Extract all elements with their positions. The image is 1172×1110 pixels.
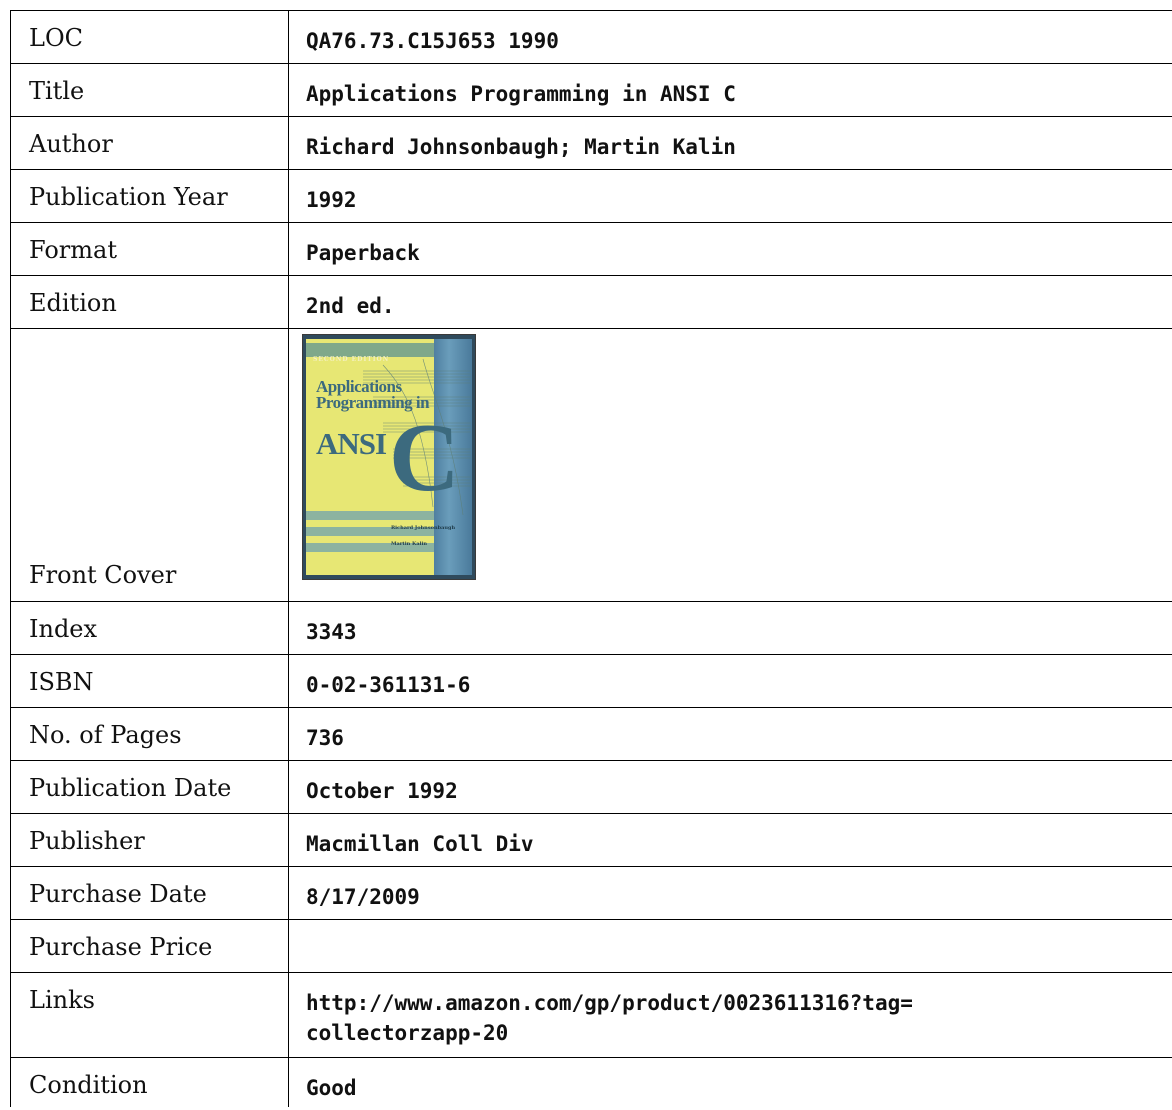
field-label: Links <box>10 972 289 1058</box>
field-value: QA76.73.C15J653 1990 <box>288 10 1172 64</box>
field-value: Good <box>288 1057 1172 1107</box>
field-value <box>288 919 1172 973</box>
row-loc: LOC QA76.73.C15J653 1990 <box>10 10 1172 64</box>
field-label: ISBN <box>10 654 289 708</box>
row-pages: No. of Pages 736 <box>10 707 1172 761</box>
row-edition: Edition 2nd ed. <box>10 275 1172 329</box>
field-label: Format <box>10 222 289 276</box>
front-cover-image: SECOND EDITION Applications Programming … <box>303 335 475 579</box>
field-value: Applications Programming in ANSI C <box>288 63 1172 117</box>
field-label: Purchase Price <box>10 919 289 973</box>
book-details-table: LOC QA76.73.C15J653 1990 Title Applicati… <box>10 10 1172 1107</box>
row-title: Title Applications Programming in ANSI C <box>10 63 1172 117</box>
field-value: 2nd ed. <box>288 275 1172 329</box>
field-label: Publication Year <box>10 169 289 223</box>
field-label: No. of Pages <box>10 707 289 761</box>
row-publication-year: Publication Year 1992 <box>10 169 1172 223</box>
link-line: collectorzapp-20 <box>306 1021 509 1045</box>
field-label: Publisher <box>10 813 289 867</box>
field-label: Front Cover <box>10 328 289 602</box>
row-publisher: Publisher Macmillan Coll Div <box>10 813 1172 867</box>
row-front-cover: Front Cover SECOND EDITION Applications … <box>10 328 1172 602</box>
field-value: October 1992 <box>288 760 1172 814</box>
cover-title-c: C <box>389 404 460 512</box>
field-value: 0-02-361131-6 <box>288 654 1172 708</box>
field-value: 736 <box>288 707 1172 761</box>
field-label: Purchase Date <box>10 866 289 920</box>
cover-title-ansi: ANSI <box>316 426 387 461</box>
field-value: 3343 <box>288 601 1172 655</box>
cover-edition-text: SECOND EDITION <box>313 356 390 363</box>
field-value: 8/17/2009 <box>288 866 1172 920</box>
row-format: Format Paperback <box>10 222 1172 276</box>
cover-author: Martin Kalin <box>391 541 428 547</box>
field-value: 1992 <box>288 169 1172 223</box>
row-publication-date: Publication Date October 1992 <box>10 760 1172 814</box>
field-value: Macmillan Coll Div <box>288 813 1172 867</box>
row-purchase-date: Purchase Date 8/17/2009 <box>10 866 1172 920</box>
field-value: Paperback <box>288 222 1172 276</box>
row-isbn: ISBN 0-02-361131-6 <box>10 654 1172 708</box>
row-index: Index 3343 <box>10 601 1172 655</box>
row-links: Links http://www.amazon.com/gp/product/0… <box>10 972 1172 1058</box>
field-label: Title <box>10 63 289 117</box>
row-purchase-price: Purchase Price <box>10 919 1172 973</box>
row-author: Author Richard Johnsonbaugh; Martin Kali… <box>10 116 1172 170</box>
field-label: Condition <box>10 1057 289 1107</box>
field-label: Edition <box>10 275 289 329</box>
link-line: http://www.amazon.com/gp/product/0023611… <box>306 991 913 1015</box>
field-value: http://www.amazon.com/gp/product/0023611… <box>288 972 1172 1058</box>
field-label: Author <box>10 116 289 170</box>
field-label: Publication Date <box>10 760 289 814</box>
field-label: Index <box>10 601 289 655</box>
field-value: Richard Johnsonbaugh; Martin Kalin <box>288 116 1172 170</box>
field-value: SECOND EDITION Applications Programming … <box>288 328 1172 602</box>
row-condition: Condition Good <box>10 1057 1172 1107</box>
amazon-link[interactable]: http://www.amazon.com/gp/product/0023611… <box>306 988 1172 1048</box>
field-label: LOC <box>10 10 289 64</box>
